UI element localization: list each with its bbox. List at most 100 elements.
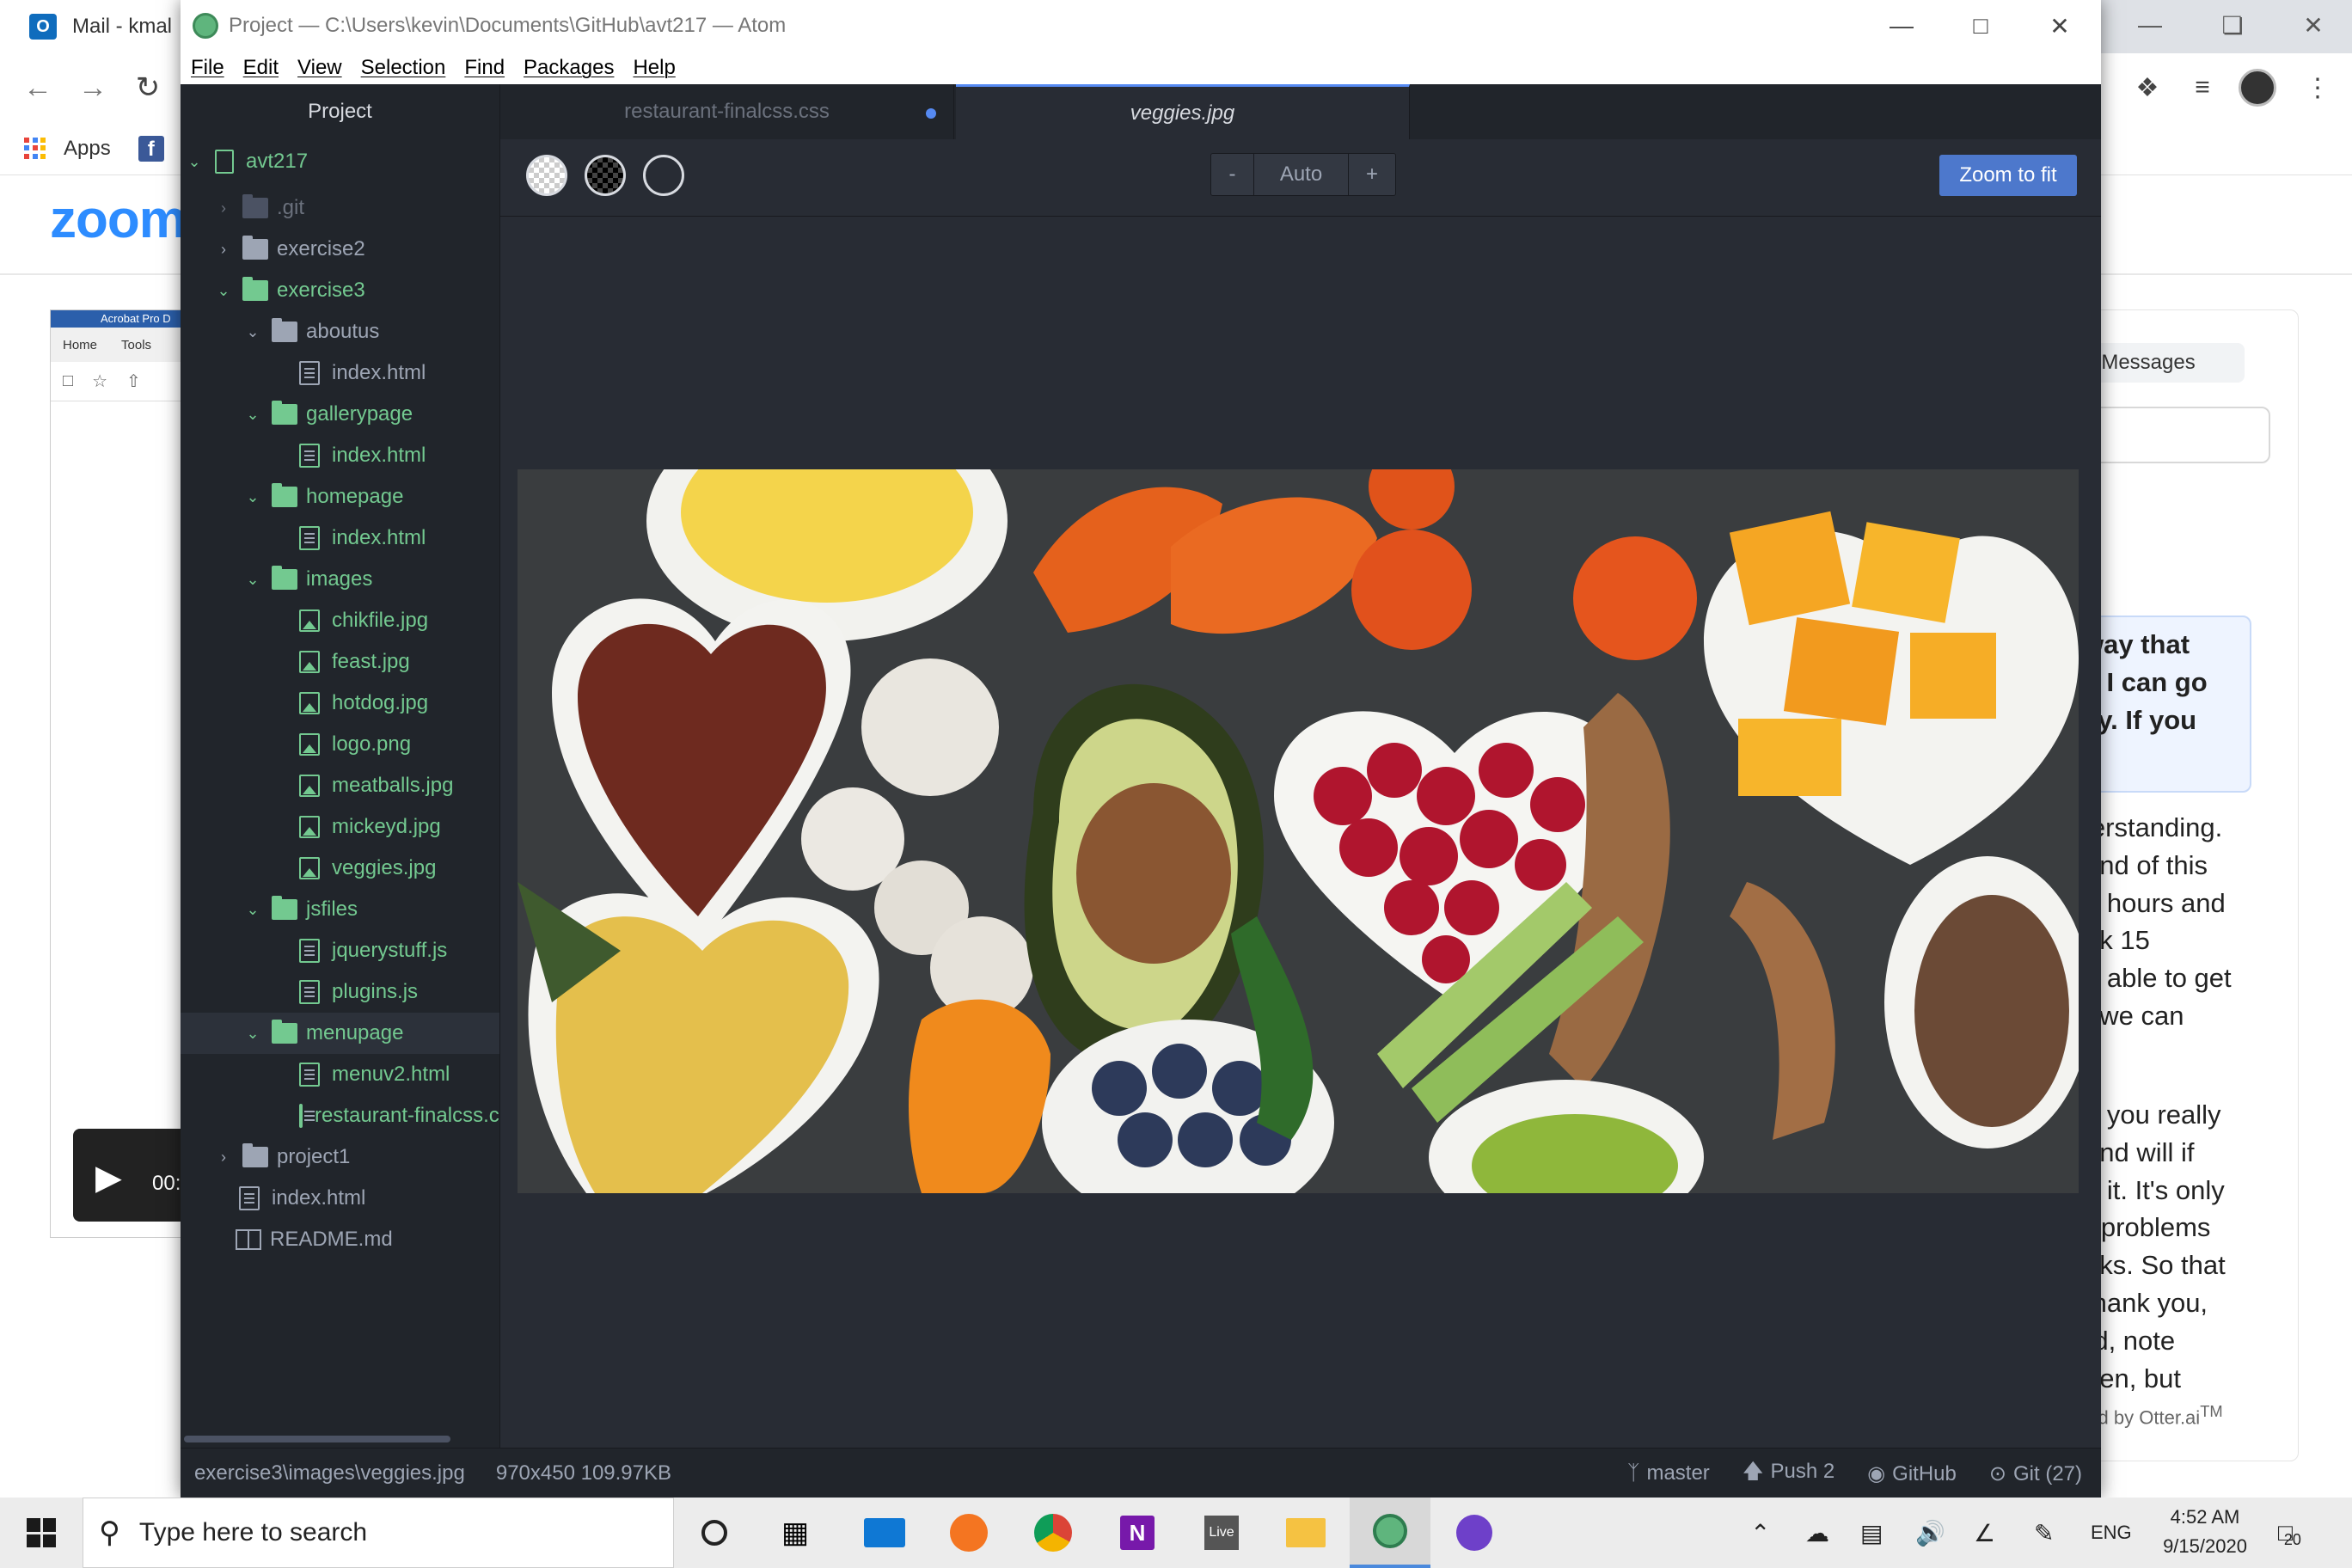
chevron-down-icon: ⌄: [187, 152, 201, 170]
acrobat-menu-home[interactable]: Home: [63, 338, 97, 352]
status-file-path[interactable]: exercise3\images\veggies.jpg: [194, 1461, 465, 1485]
zoom-in-button[interactable]: +: [1349, 154, 1395, 195]
menu-view[interactable]: View: [297, 56, 342, 80]
tree-item-homepage[interactable]: ⌄ homepage: [181, 476, 499, 518]
tray-overflow-icon[interactable]: ⌃: [1750, 1498, 1770, 1568]
tree-item-jsfiles[interactable]: ⌄ jsfiles: [181, 889, 499, 930]
tree-item-gallerypage[interactable]: ⌄ gallerypage: [181, 394, 499, 435]
tree-scrollbar[interactable]: [184, 1436, 450, 1442]
reload-icon[interactable]: ↻: [126, 65, 170, 110]
dark-background-swatch[interactable]: [585, 155, 626, 196]
media-queue-icon[interactable]: ≡: [2180, 65, 2225, 110]
zoom-level[interactable]: Auto: [1254, 154, 1349, 195]
language-indicator[interactable]: ENG: [2091, 1498, 2132, 1568]
chrome-icon[interactable]: [1013, 1498, 1093, 1568]
tree-item-image-file[interactable]: chikfile.jpg: [181, 600, 499, 641]
volume-icon[interactable]: 🔊: [1915, 1498, 1945, 1568]
browser-minimize-button[interactable]: —: [2111, 0, 2189, 50]
tree-item-images[interactable]: ⌄ images: [181, 559, 499, 600]
tree-item-menu-file[interactable]: menuv2.html: [181, 1054, 499, 1095]
tree-item-project1[interactable]: › project1: [181, 1136, 499, 1178]
profile-avatar[interactable]: [2239, 69, 2276, 107]
onedrive-icon[interactable]: ☁: [1805, 1498, 1829, 1568]
tree-item-js-file[interactable]: jquerystuff.js: [181, 930, 499, 971]
menu-packages[interactable]: Packages: [524, 56, 614, 80]
wifi-icon[interactable]: ∠: [1974, 1498, 1995, 1568]
acrobat-menu-tools[interactable]: Tools: [121, 338, 151, 352]
save-icon[interactable]: □: [63, 371, 73, 391]
otter-input[interactable]: [2073, 407, 2270, 463]
pen-icon[interactable]: ✎: [2034, 1498, 2054, 1568]
extensions-icon[interactable]: ❖: [2125, 65, 2170, 110]
search-icon: ⚲: [99, 1516, 120, 1549]
browser-restore-button[interactable]: ❏: [2194, 0, 2271, 50]
tree-item-image-file[interactable]: mickeyd.jpg: [181, 806, 499, 848]
tab-restaurant-css[interactable]: restaurant-finalcss.css: [500, 84, 954, 139]
light-background-swatch[interactable]: [526, 155, 567, 196]
tree-item-root-index[interactable]: index.html: [181, 1178, 499, 1219]
transcript-line: d it. It's only: [2085, 1174, 2225, 1205]
minimize-button[interactable]: —: [1862, 0, 1941, 52]
battery-icon[interactable]: ▤: [1860, 1498, 1883, 1568]
back-arrow-icon[interactable]: ←: [15, 65, 60, 110]
tree-item-menu-file[interactable]: restaurant-finalcss.css: [181, 1095, 499, 1136]
tree-item-readme[interactable]: README.md: [181, 1219, 499, 1260]
start-button[interactable]: [0, 1498, 83, 1568]
taskbar-clock[interactable]: 4:52 AM 9/15/2020: [2141, 1503, 2269, 1561]
notifications-icon[interactable]: □ 20: [2278, 1498, 2301, 1568]
tree-item-exercise2[interactable]: › exercise2: [181, 229, 499, 270]
tree-item-menupage[interactable]: ⌄ menupage: [181, 1013, 499, 1054]
taskbar-search[interactable]: ⚲ Type here to search: [83, 1498, 674, 1568]
atom-taskbar-icon[interactable]: [1350, 1498, 1430, 1568]
ableton-live-icon[interactable]: Live: [1181, 1498, 1262, 1568]
transparent-background-swatch[interactable]: [643, 155, 684, 196]
menu-find[interactable]: Find: [464, 56, 505, 80]
outlook-icon: O: [29, 14, 57, 40]
task-view-icon[interactable]: ▦: [755, 1498, 836, 1568]
tree-item-homepage-index[interactable]: index.html: [181, 518, 499, 559]
menu-file[interactable]: File: [191, 56, 224, 80]
crunchyroll-icon[interactable]: [928, 1498, 1009, 1568]
close-button[interactable]: ✕: [2020, 0, 2099, 52]
zoom-out-button[interactable]: -: [1211, 154, 1254, 195]
tree-item-aboutus-index[interactable]: index.html: [181, 352, 499, 394]
maximize-button[interactable]: □: [1941, 0, 2020, 52]
status-push[interactable]: 🡅 Push 2: [1743, 1456, 1834, 1491]
star-icon[interactable]: ☆: [92, 371, 107, 392]
menu-edit[interactable]: Edit: [243, 56, 279, 80]
play-icon[interactable]: ▶: [95, 1158, 122, 1197]
browser-tab-mail[interactable]: O Mail - kmal: [0, 0, 185, 53]
menu-help[interactable]: Help: [633, 56, 675, 80]
status-git[interactable]: ⊙ Git (27): [1989, 1461, 2082, 1486]
tree-root[interactable]: ⌄ avt217: [181, 141, 499, 182]
status-github[interactable]: ◉ GitHub: [1867, 1461, 1957, 1486]
facebook-icon[interactable]: f: [138, 135, 164, 162]
folder-icon: [272, 318, 297, 342]
github-desktop-icon[interactable]: [1434, 1498, 1515, 1568]
zoom-to-fit-button[interactable]: Zoom to fit: [1939, 155, 2077, 196]
video-player[interactable]: ▶ 00:: [73, 1129, 193, 1222]
tree-item-image-file[interactable]: logo.png: [181, 724, 499, 765]
status-branch[interactable]: ᛉ master: [1627, 1461, 1710, 1485]
tree-item-image-file[interactable]: meatballs.jpg: [181, 765, 499, 806]
upload-icon[interactable]: ⇧: [126, 371, 141, 392]
browser-menu-icon[interactable]: ⋮: [2295, 65, 2340, 110]
tree-item-js-file[interactable]: plugins.js: [181, 971, 499, 1013]
mail-app-icon[interactable]: [844, 1498, 925, 1568]
cortana-icon[interactable]: [674, 1498, 755, 1568]
apps-bookmark[interactable]: Apps: [64, 137, 111, 161]
tree-item-image-file[interactable]: hotdog.jpg: [181, 683, 499, 724]
zoom-logo: zoom: [50, 190, 187, 249]
browser-close-button[interactable]: ✕: [2275, 0, 2352, 50]
tree-item-gallerypage-index[interactable]: index.html: [181, 435, 499, 476]
tree-item-image-file[interactable]: veggies.jpg: [181, 848, 499, 889]
file-explorer-icon[interactable]: [1265, 1498, 1346, 1568]
forward-arrow-icon[interactable]: →: [70, 65, 115, 110]
tab-veggies-jpg[interactable]: veggies.jpg: [956, 84, 1410, 139]
tree-item-exercise3[interactable]: ⌄ exercise3: [181, 270, 499, 311]
tree-item-aboutus[interactable]: ⌄ aboutus: [181, 311, 499, 352]
onenote-icon[interactable]: N: [1097, 1498, 1178, 1568]
menu-selection[interactable]: Selection: [361, 56, 446, 80]
tree-item-image-file[interactable]: feast.jpg: [181, 641, 499, 683]
tree-item-git[interactable]: › .git: [181, 187, 499, 229]
